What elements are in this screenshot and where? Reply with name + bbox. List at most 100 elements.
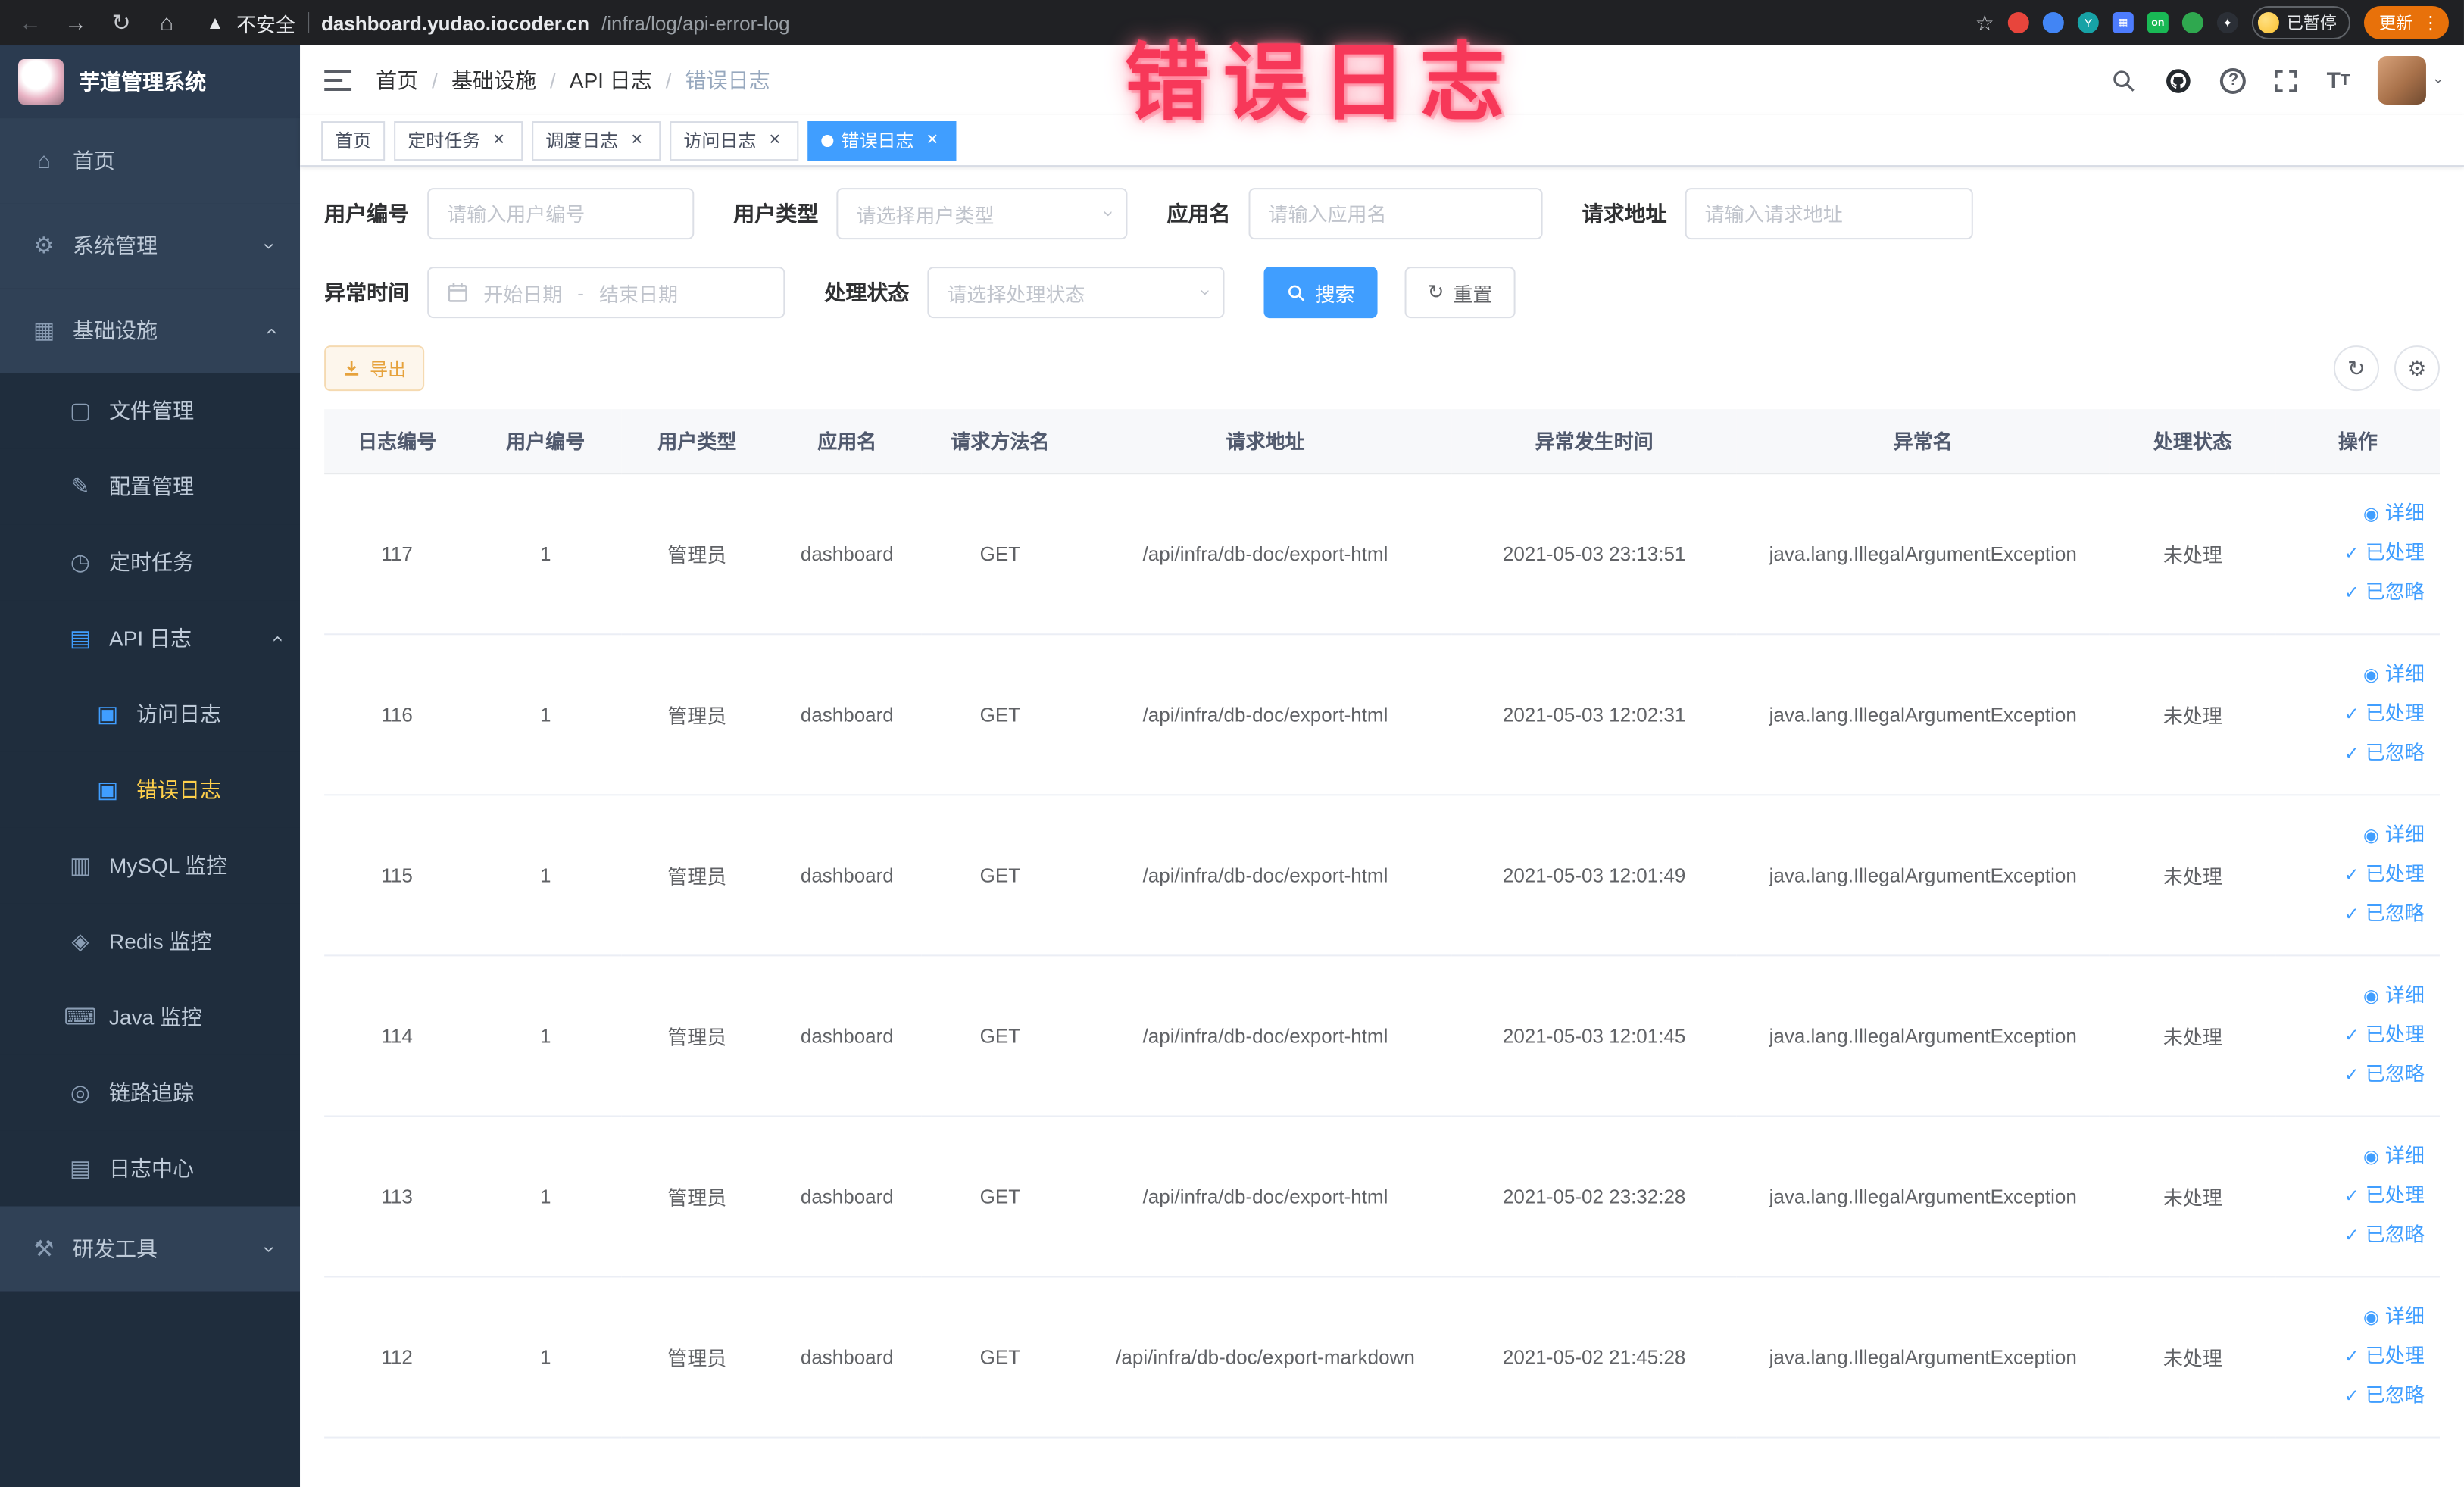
cell-exception-name: java.lang.IllegalArgumentException [1736, 1276, 2110, 1438]
processed-link[interactable]: ✓ 已处理 [2285, 1015, 2425, 1054]
filter-label: 用户编号 [324, 201, 410, 226]
process-status-select[interactable]: 请选择处理状态 › [927, 267, 1225, 319]
cell-operation: ◉ 详细 ✓ 已处理 ✓ 已忽略 [2275, 1276, 2440, 1438]
back-icon[interactable]: ← [15, 10, 45, 36]
tab-错误日志[interactable]: 错误日志 × [807, 120, 957, 161]
ignored-link[interactable]: ✓ 已忽略 [2285, 1054, 2425, 1094]
profile-paused-chip[interactable]: 已暂停 [2251, 6, 2350, 40]
search-icon[interactable] [2112, 67, 2138, 93]
active-tab-dot [821, 134, 834, 147]
cell-process-status: 未处理 [2109, 954, 2276, 1117]
ignored-link[interactable]: ✓ 已忽略 [2285, 1215, 2425, 1254]
processed-link[interactable]: ✓ 已处理 [2285, 1337, 2425, 1376]
processed-link[interactable]: ✓ 已处理 [2285, 854, 2425, 894]
tab-close-icon[interactable]: × [922, 128, 943, 151]
breadcrumb-item: 错误日志 [685, 68, 770, 93]
app-name-input[interactable] [1248, 188, 1543, 240]
table-row: 116 1 管理员 dashboard GET/api/infra/db-doc/exp… [324, 633, 2440, 795]
ignored-link[interactable]: ✓ 已忽略 [2285, 573, 2425, 612]
cell-method: GET [921, 794, 1079, 956]
filter-row-1: 用户编号 用户类型 请选择用户类型 › 应用名 [324, 188, 2440, 240]
github-icon[interactable] [2165, 66, 2194, 95]
detail-link[interactable]: ◉ 详细 [2285, 494, 2425, 533]
tab-调度日志[interactable]: 调度日志 × [532, 120, 661, 161]
sidebar-item-home[interactable]: ⌂ 首页 [0, 118, 301, 204]
address-bar[interactable]: ▲ 不安全 dashboard.yudao.iocoder.cn/infra/l… [206, 8, 1960, 37]
sidebar-item-mysql[interactable]: ▥ MySQL 监控 [0, 827, 301, 904]
extension-icon-green-leaf[interactable] [2181, 12, 2203, 34]
action-label: 已处理 [2365, 1023, 2425, 1046]
sidebar-item-dev-tools[interactable]: ⚒ 研发工具 › [0, 1206, 301, 1292]
sidebar-item-file[interactable]: ▢ 文件管理 [0, 373, 301, 449]
detail-link[interactable]: ◉ 详细 [2285, 1298, 2425, 1337]
table-row: 115 1 管理员 dashboard GET/api/infra/db-doc/exp… [324, 794, 2440, 956]
app-logo[interactable]: 芋道管理系统 [0, 45, 301, 119]
action-label: 已处理 [2365, 1183, 2425, 1207]
hamburger-icon[interactable] [324, 70, 352, 92]
sidebar-item-redis[interactable]: ◈ Redis 监控 [0, 903, 301, 979]
action-label: 详细 [2384, 1144, 2425, 1167]
sidebar-item-trace[interactable]: ◎ 链路追踪 [0, 1054, 301, 1131]
column-header-exception-name: 异常名 [1736, 409, 2110, 474]
error-log-table: 日志编号 用户编号 用户类型 应用名 请求方法名 请求地址 异常发生时间 异常名 处理状态 操作 … [324, 409, 2440, 1438]
exception-time-range-picker[interactable]: 开始日期 - 结束日期 [427, 267, 785, 319]
detail-link[interactable]: ◉ 详细 [2285, 976, 2425, 1015]
eye-icon: ◉ [2363, 1306, 2379, 1328]
help-icon[interactable]: ? [2220, 67, 2247, 94]
extension-icon-blue-grid[interactable]: ▦ [2112, 12, 2134, 34]
user-type-select[interactable]: 请选择用户类型 › [836, 188, 1128, 240]
sidebar-item-system[interactable]: ⚙ 系统管理 › [0, 203, 301, 289]
sidebar-item-config[interactable]: ✎ 配置管理 [0, 448, 301, 525]
tab-首页[interactable]: 首页 [321, 120, 386, 161]
infra-icon: ▦ [33, 318, 55, 345]
reset-button[interactable]: ↻ 重置 [1404, 267, 1516, 319]
user-id-input[interactable] [427, 188, 695, 240]
extension-icon-on-badge[interactable]: on [2147, 12, 2169, 34]
bookmark-star-icon[interactable]: ☆ [1975, 10, 1994, 36]
tab-close-icon[interactable]: × [764, 128, 785, 151]
detail-link[interactable]: ◉ 详细 [2285, 654, 2425, 694]
fullscreen-icon[interactable] [2274, 67, 2300, 93]
font-size-icon[interactable]: TT [2327, 67, 2350, 93]
log-icon: ▣ [96, 777, 119, 804]
ignored-link[interactable]: ✓ 已忽略 [2285, 733, 2425, 773]
tab-定时任务[interactable]: 定时任务 × [394, 120, 523, 161]
breadcrumb-item[interactable]: 首页 [376, 65, 418, 95]
search-button[interactable]: 搜索 [1263, 267, 1378, 319]
breadcrumb-item[interactable]: API 日志 [570, 65, 652, 95]
sidebar-item-access-log[interactable]: ▣ 访问日志 [0, 676, 301, 752]
home-icon[interactable]: ⌂ [151, 10, 182, 36]
sidebar-item-infra[interactable]: ▦ 基础设施 › [0, 288, 301, 373]
extension-icon-red[interactable] [2007, 12, 2029, 34]
reload-icon[interactable]: ↻ [106, 9, 136, 36]
processed-link[interactable]: ✓ 已处理 [2285, 694, 2425, 733]
request-url-input[interactable] [1685, 188, 1973, 240]
ignored-link[interactable]: ✓ 已忽略 [2285, 894, 2425, 933]
sidebar-item-api-log[interactable]: ▤ API 日志 › [0, 600, 301, 676]
tab-close-icon[interactable]: × [488, 128, 509, 151]
extension-icon-teal-y[interactable]: Y [2077, 12, 2099, 34]
forward-icon[interactable]: → [61, 10, 91, 36]
detail-link[interactable]: ◉ 详细 [2285, 815, 2425, 854]
user-menu[interactable]: › [2377, 56, 2446, 105]
chrome-update-button[interactable]: 更新 ⋮ [2363, 6, 2449, 40]
breadcrumb-item[interactable]: 基础设施 [451, 65, 536, 95]
kebab-menu-icon[interactable]: ⋮ [2422, 12, 2440, 33]
export-button[interactable]: 导出 [324, 345, 425, 392]
ignored-link[interactable]: ✓ 已忽略 [2285, 1376, 2425, 1416]
tab-访问日志[interactable]: 访问日志 × [670, 120, 799, 161]
sidebar-item-log-center[interactable]: ▤ 日志中心 [0, 1130, 301, 1207]
sidebar-item-error-log[interactable]: ▣ 错误日志 [0, 751, 301, 828]
processed-link[interactable]: ✓ 已处理 [2285, 533, 2425, 573]
refresh-table-icon[interactable]: ↻ [2333, 345, 2379, 392]
extension-icon-dark-pin[interactable]: ✦ [2216, 12, 2238, 34]
filter-app-name: 应用名 [1166, 188, 1543, 240]
column-settings-icon[interactable]: ⚙ [2394, 345, 2440, 392]
processed-link[interactable]: ✓ 已处理 [2285, 1176, 2425, 1215]
sidebar-item-java[interactable]: ⌨ Java 监控 [0, 979, 301, 1055]
extension-icon-blue-drop[interactable] [2042, 12, 2064, 34]
sidebar-item-job[interactable]: ◷ 定时任务 [0, 524, 301, 601]
detail-link[interactable]: ◉ 详细 [2285, 1136, 2425, 1176]
tab-close-icon[interactable]: × [626, 128, 647, 151]
redis-icon: ◈ [71, 929, 89, 955]
